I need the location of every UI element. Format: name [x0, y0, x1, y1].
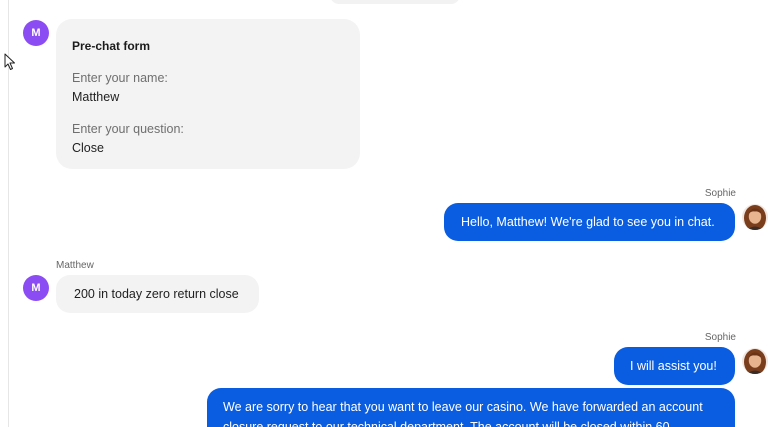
agent-message-bubble: Hello, Matthew! We're glad to see you in…	[444, 203, 735, 241]
user-sender-name: Matthew	[56, 260, 94, 271]
message-text: I will assist you!	[630, 359, 717, 373]
agent-sender-name: Sophie	[704, 188, 736, 199]
user-message-bubble: 200 in today zero return close	[56, 275, 259, 313]
agent-photo-icon	[742, 348, 768, 374]
field-value: Matthew	[72, 90, 120, 104]
chat-transcript: M Pre-chat form Enter your name: Matthew…	[0, 0, 768, 427]
message-text-line: We are sorry to hear that you want to le…	[223, 400, 703, 414]
message-text-line: closure request to our technical departm…	[223, 420, 670, 427]
message-text: Hello, Matthew! We're glad to see you in…	[461, 215, 715, 229]
field-label: Enter your question:	[72, 122, 184, 136]
prechat-field-name: Enter your name: Matthew	[72, 71, 344, 105]
field-label: Enter your name:	[72, 71, 168, 85]
user-avatar: M	[23, 275, 49, 301]
agent-message-bubble: I will assist you!	[614, 347, 735, 385]
prechat-field-question: Enter your question: Close	[72, 122, 344, 156]
agent-sender-name: Sophie	[704, 332, 736, 343]
field-value: Close	[72, 141, 104, 155]
agent-avatar	[742, 204, 768, 230]
prechat-form-title: Pre-chat form	[72, 39, 151, 53]
user-avatar-initial: M	[31, 27, 41, 39]
mouse-pointer-icon	[4, 53, 15, 70]
user-avatar: M	[23, 20, 49, 46]
user-avatar-initial: M	[31, 282, 41, 294]
agent-avatar	[742, 348, 768, 374]
agent-message-bubble: We are sorry to hear that you want to le…	[207, 388, 735, 427]
prechat-form-card: Pre-chat form Enter your name: Matthew E…	[56, 19, 360, 169]
previous-message-edge	[330, 0, 460, 4]
agent-photo-icon	[742, 204, 768, 230]
message-text: 200 in today zero return close	[74, 287, 239, 301]
